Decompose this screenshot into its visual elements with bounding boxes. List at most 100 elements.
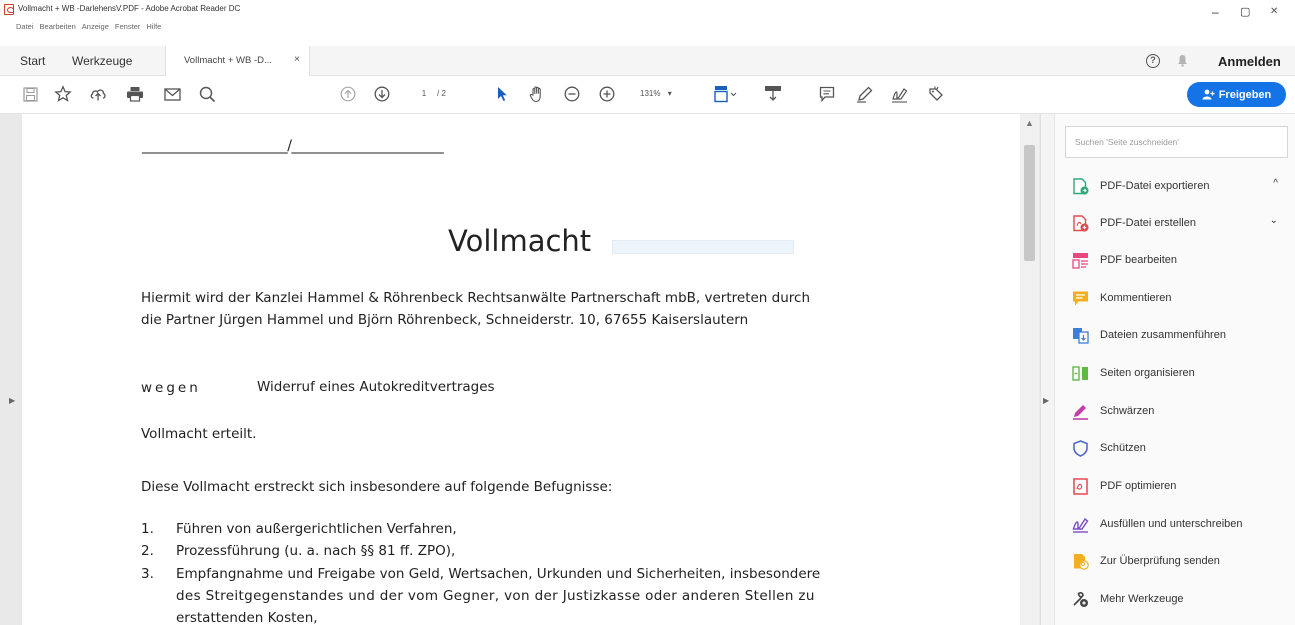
menu-file[interactable]: Datei — [14, 20, 36, 36]
menu-help[interactable]: Hilfe — [144, 20, 163, 36]
chevron-down-icon: ▾ — [667, 89, 672, 98]
fill-tag-icon[interactable] — [926, 84, 946, 104]
highlight-pen-icon[interactable] — [854, 84, 874, 104]
left-pane-toggle-icon[interactable]: ▶ — [9, 396, 15, 405]
close-window-button[interactable]: ✕ — [1270, 6, 1278, 18]
send-review-icon — [1072, 553, 1089, 570]
tool-create-pdf[interactable]: PDF-Datei erstellen ⌄ — [1072, 208, 1292, 238]
tool-label: Seiten organisieren — [1100, 367, 1195, 379]
tab-bar: Start Werkzeuge Vollmacht + WB -D... × ?… — [0, 46, 1295, 76]
comment-icon — [1072, 290, 1089, 307]
next-page-icon[interactable] — [372, 84, 392, 104]
zoom-level-select[interactable]: 131% ▾ — [640, 85, 672, 103]
tool-protect[interactable]: Schützen — [1072, 433, 1292, 463]
window-title: Vollmacht + WB -DarlehensV.PDF - Adobe A… — [18, 4, 241, 13]
page-number-input[interactable]: 1 — [413, 85, 435, 103]
search-zoom-icon[interactable] — [197, 84, 217, 104]
chevron-up-icon[interactable]: ^ — [1273, 178, 1278, 189]
regarding-label: wegen — [141, 380, 201, 396]
add-user-icon — [1202, 89, 1215, 100]
zoom-in-icon[interactable] — [597, 84, 617, 104]
list-item-continuation: erstattenden Kosten, — [176, 610, 318, 625]
tool-redact[interactable]: Schwärzen — [1072, 396, 1292, 426]
tool-edit-pdf[interactable]: PDF bearbeiten — [1072, 245, 1292, 275]
previous-page-icon[interactable] — [338, 84, 358, 104]
tool-combine-files[interactable]: Dateien zusammenführen — [1072, 320, 1292, 350]
main-toolbar: 1 / 2 131% ▾ — [0, 76, 1295, 114]
maximize-button[interactable]: ▢ — [1240, 6, 1250, 18]
tool-label: Mehr Werkzeuge — [1100, 593, 1184, 605]
tab-document-label: Vollmacht + WB -D... — [184, 55, 272, 66]
print-icon[interactable] — [125, 84, 145, 104]
tools-search-input[interactable] — [1065, 126, 1288, 158]
export-pdf-icon — [1072, 177, 1089, 195]
tool-optimize-pdf[interactable]: PDF optimieren — [1072, 471, 1292, 501]
help-icon[interactable]: ? — [1146, 54, 1160, 68]
tool-label: Schwärzen — [1100, 405, 1155, 417]
protect-icon — [1072, 439, 1089, 457]
tools-pane-divider — [1040, 114, 1054, 625]
tool-organize-pages[interactable]: Seiten organisieren — [1072, 358, 1292, 388]
save-icon[interactable] — [20, 84, 40, 104]
tool-label: Schützen — [1100, 442, 1146, 454]
menu-edit[interactable]: Bearbeiten — [38, 20, 78, 36]
combine-files-icon — [1072, 327, 1089, 344]
email-icon[interactable] — [162, 84, 182, 104]
tab-document[interactable]: Vollmacht + WB -D... × — [165, 46, 310, 76]
pdf-page — [22, 114, 1020, 625]
create-pdf-icon — [1072, 214, 1089, 232]
tools-pane-toggle-icon[interactable]: ▶ — [1043, 396, 1049, 405]
chevron-down-icon[interactable]: ⌄ — [1270, 215, 1278, 226]
share-button[interactable]: Freigeben — [1187, 82, 1286, 107]
tool-label: Ausfüllen und unterschreiben — [1100, 518, 1243, 530]
signature-line: ______________________/_________________… — [142, 138, 444, 154]
optimize-pdf-icon — [1072, 477, 1089, 495]
tab-home[interactable]: Start — [20, 54, 45, 68]
tool-send-review[interactable]: Zur Überprüfung senden — [1072, 546, 1292, 576]
list-item-number: 2. — [141, 543, 154, 559]
paragraph-line: Hiermit wird der Kanzlei Hammel & Röhren… — [141, 290, 811, 306]
select-cursor-icon[interactable] — [492, 84, 512, 104]
minimize-button[interactable]: – — [1212, 6, 1219, 18]
tool-export-pdf[interactable]: PDF-Datei exportieren ^ — [1072, 171, 1292, 201]
page-total-label: / 2 — [437, 89, 446, 98]
zoom-value: 131% — [640, 89, 661, 98]
fill-sign-icon — [1072, 516, 1089, 533]
signin-button[interactable]: Anmelden — [1218, 54, 1281, 69]
cloud-upload-icon[interactable] — [88, 84, 108, 104]
tool-comment[interactable]: Kommentieren — [1072, 283, 1292, 313]
tool-label: PDF bearbeiten — [1100, 254, 1178, 266]
list-item-number: 3. — [141, 566, 154, 582]
tool-fill-sign[interactable]: Ausfüllen und unterschreiben — [1072, 509, 1292, 539]
powers-intro: Diese Vollmacht erstreckt sich insbesond… — [141, 479, 613, 495]
menu-view[interactable]: Anzeige — [80, 20, 111, 36]
menu-bar: Datei Bearbeiten Anzeige Fenster Hilfe — [0, 20, 163, 36]
title-bar: Vollmacht + WB -DarlehensV.PDF - Adobe A… — [0, 0, 1295, 22]
granted-statement: Vollmacht erteilt. — [141, 426, 257, 442]
tool-label: Dateien zusammenführen — [1100, 329, 1226, 341]
scroll-up-icon[interactable]: ▲ — [1025, 118, 1034, 128]
list-item: Führen von außergerichtlichen Verfahren, — [176, 521, 457, 537]
share-button-label: Freigeben — [1218, 88, 1272, 101]
paragraph-line: die Partner Jürgen Hammel und Björn Röhr… — [141, 312, 749, 328]
scroll-mode-icon[interactable] — [762, 84, 784, 104]
sign-icon[interactable] — [890, 84, 910, 104]
comment-icon[interactable] — [817, 84, 837, 104]
menu-window[interactable]: Fenster — [113, 20, 142, 36]
tab-tools[interactable]: Werkzeuge — [72, 54, 132, 68]
tool-label: PDF optimieren — [1100, 480, 1177, 492]
page-fit-icon[interactable] — [713, 84, 739, 104]
list-item: Prozessführung (u. a. nach §§ 81 ff. ZPO… — [176, 543, 456, 559]
bookmark-star-icon[interactable] — [53, 84, 73, 104]
scrollbar-thumb[interactable] — [1024, 145, 1035, 261]
hand-tool-icon[interactable] — [527, 84, 547, 104]
tool-more-tools[interactable]: Mehr Werkzeuge — [1072, 584, 1292, 614]
text-selection-highlight — [612, 240, 794, 254]
zoom-out-icon[interactable] — [562, 84, 582, 104]
tool-label: Kommentieren — [1100, 292, 1172, 304]
notification-bell-icon[interactable] — [1177, 54, 1188, 67]
redact-icon — [1072, 403, 1089, 420]
close-tab-button[interactable]: × — [294, 54, 300, 65]
list-item: Empfangnahme und Freigabe von Geld, Wert… — [176, 566, 821, 582]
acrobat-logo-icon — [4, 4, 14, 15]
